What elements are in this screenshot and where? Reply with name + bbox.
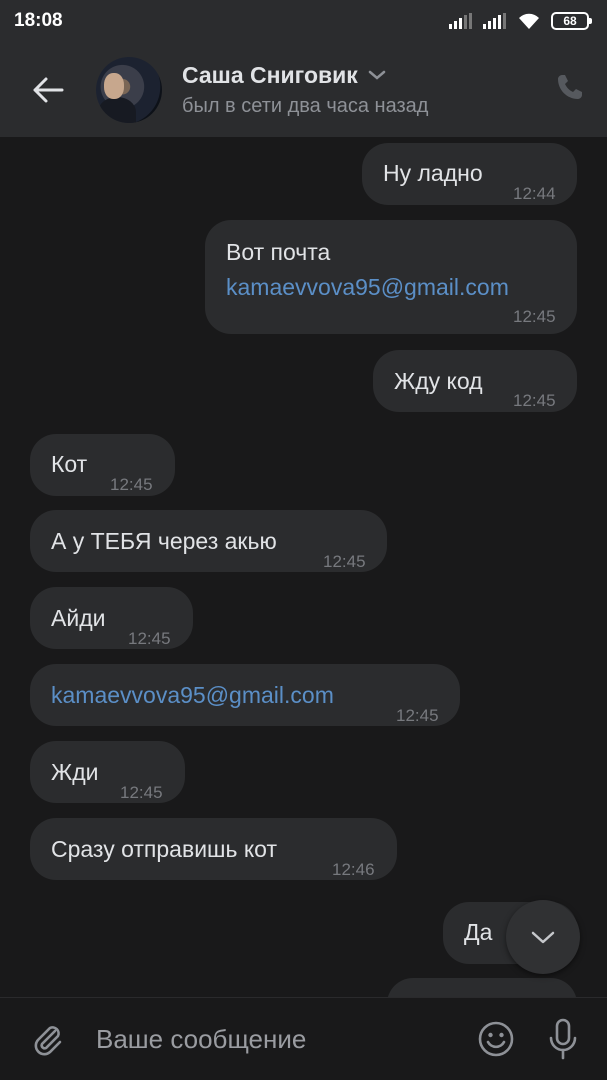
message-bubble-incoming[interactable]: Кот 12:45	[30, 434, 175, 496]
status-bar: 18:08 68	[0, 0, 607, 42]
wifi-icon	[519, 13, 539, 29]
message-text: Жду код	[394, 368, 483, 394]
attach-button[interactable]	[0, 1022, 96, 1056]
email-link[interactable]: kamaevvova95@gmail.com	[51, 682, 334, 709]
message-list[interactable]: Ну ладно 12:44 Вот почта kamaevvova95@gm…	[0, 137, 607, 997]
back-button[interactable]	[0, 42, 96, 137]
paperclip-icon	[34, 1026, 62, 1056]
call-button[interactable]	[555, 72, 585, 107]
message-text: А у ТЕБЯ через акью	[51, 528, 277, 554]
last-seen-status: был в сети два часа назад	[182, 94, 429, 117]
message-time: 12:45	[128, 629, 171, 648]
message-text: Сразу отправишь кот	[51, 836, 278, 862]
phone-icon	[558, 75, 582, 99]
message-bubble-incoming[interactable]: kamaevvova95@gmail.com 12:45	[30, 664, 460, 726]
contact-name: Саша Сниговик	[182, 61, 358, 88]
contact-info[interactable]: Саша Сниговик был в сети два часа назад	[182, 62, 428, 118]
signal-icon	[449, 13, 472, 29]
message-text: Да	[464, 919, 493, 945]
message-input-placeholder: Ваше сообщение	[96, 1023, 307, 1054]
message-time: 12:45	[396, 706, 439, 725]
battery-level: 68	[563, 14, 577, 28]
message-bubble-incoming[interactable]: А у ТЕБЯ через акью 12:45	[30, 510, 387, 572]
battery-icon: 68	[551, 12, 592, 30]
avatar-face	[104, 72, 124, 99]
status-time: 18:08	[14, 10, 63, 31]
message-bubble-incoming[interactable]: Сразу отправишь кот 12:46	[30, 818, 397, 880]
message-text: Жди	[51, 759, 99, 785]
email-link[interactable]: kamaevvova95@gmail.com	[226, 274, 509, 301]
message-text: Айди	[51, 605, 106, 631]
message-bubble-outgoing[interactable]: Жду код 12:45	[373, 350, 577, 412]
chevron-down-icon	[368, 70, 386, 80]
message-bubble-outgoing[interactable]: Ну ладно 12:44	[362, 143, 577, 205]
arrow-left-icon	[33, 77, 64, 102]
message-time: 12:45	[513, 307, 556, 326]
message-time: 12:45	[513, 391, 556, 410]
microphone-icon[interactable]	[547, 1018, 579, 1060]
message-bubble-incoming[interactable]: Жди 12:45	[30, 741, 185, 803]
message-time: 12:46	[332, 860, 375, 879]
emoji-icon[interactable]	[477, 1020, 515, 1058]
message-input[interactable]: Ваше сообщение	[96, 1009, 477, 1069]
message-time: 12:45	[110, 475, 153, 494]
message-composer: Ваше сообщение	[0, 997, 607, 1080]
chevron-down-icon	[531, 931, 555, 944]
message-time: 12:45	[323, 552, 366, 571]
message-bubble-incoming[interactable]: Айди 12:45	[30, 587, 193, 649]
message-bubble-outgoing[interactable]	[387, 978, 577, 997]
message-bubble-outgoing[interactable]: Вот почта kamaevvova95@gmail.com 12:45	[205, 220, 577, 334]
avatar-body	[98, 96, 136, 123]
message-text: Кот	[51, 451, 88, 477]
scroll-to-bottom-button[interactable]	[506, 900, 580, 974]
message-time: 12:45	[120, 783, 163, 802]
message-text: Ну ладно	[383, 160, 483, 186]
avatar[interactable]	[96, 56, 162, 123]
message-time: 12:44	[513, 184, 556, 203]
signal-icon	[483, 13, 506, 29]
chat-header: Саша Сниговик был в сети два часа назад	[0, 42, 607, 137]
message-text: Вот почта	[226, 239, 331, 265]
